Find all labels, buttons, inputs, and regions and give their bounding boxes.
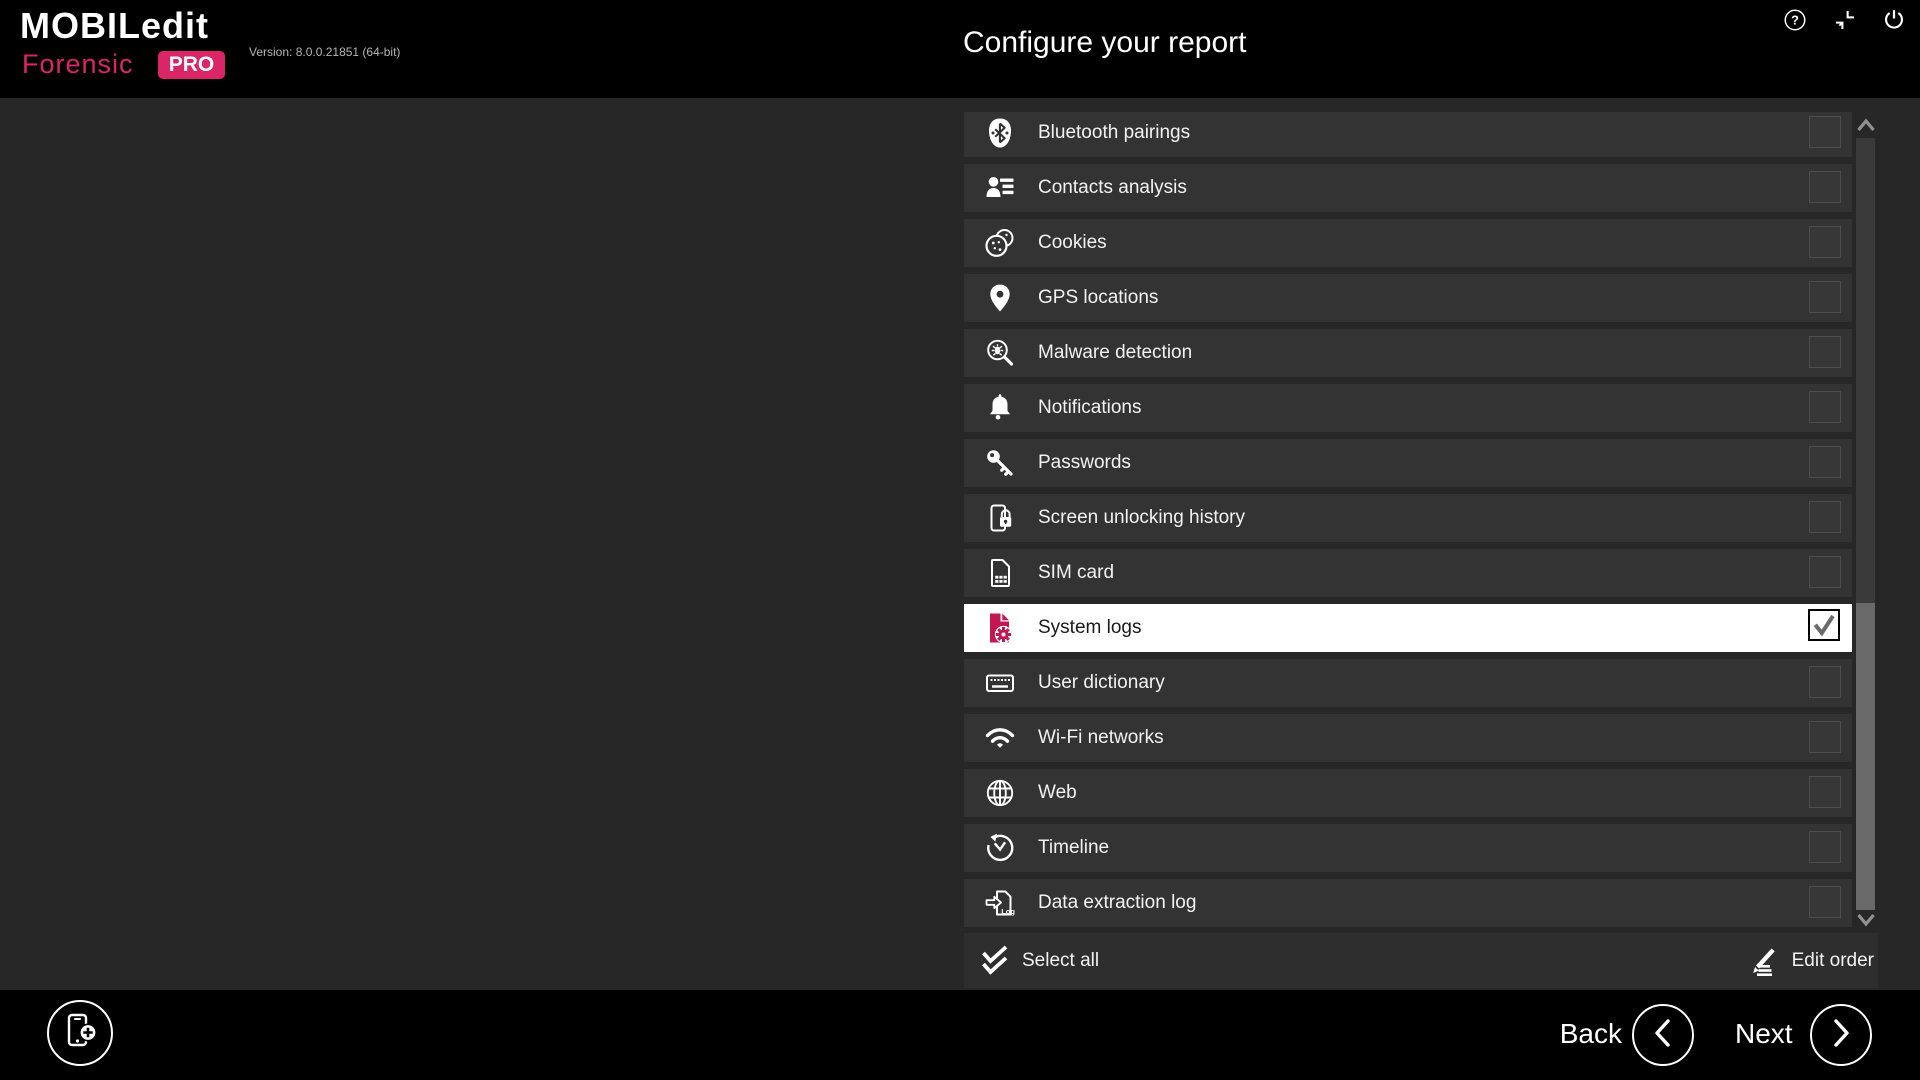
timeline-icon <box>984 832 1016 864</box>
report-item-checkbox[interactable] <box>1809 226 1841 258</box>
report-item-row[interactable]: SIM card <box>964 549 1852 597</box>
header-bar: MOBILedit Forensic PRO Version: 8.0.0.21… <box>0 0 1920 98</box>
select-all-button[interactable]: Select all <box>981 933 1099 988</box>
report-item-row[interactable]: Passwords <box>964 439 1852 487</box>
next-button[interactable] <box>1810 1004 1872 1066</box>
select-all-label: Select all <box>1022 949 1100 971</box>
report-item-label: User dictionary <box>1038 672 1165 693</box>
report-item-label: Passwords <box>1038 452 1131 473</box>
wifi-icon <box>984 722 1016 754</box>
data-extraction-log-icon: Log <box>984 887 1016 919</box>
screen-unlocking-icon <box>984 502 1016 534</box>
report-item-label: Wi-Fi networks <box>1038 727 1164 748</box>
svg-text:?: ? <box>1791 13 1799 28</box>
page-title: Configure your report <box>963 26 1247 59</box>
report-item-list: Bluetooth pairings Contacts analysis Cooki… <box>964 112 1852 932</box>
report-item-row[interactable]: Timeline <box>964 824 1852 872</box>
report-item-row[interactable]: Screen unlocking history <box>964 494 1852 542</box>
report-item-row[interactable]: System logs <box>964 604 1852 652</box>
scroll-up-icon[interactable] <box>1856 117 1876 133</box>
report-item-label: System logs <box>1038 617 1142 638</box>
report-item-checkbox[interactable] <box>1809 776 1841 808</box>
power-icon[interactable] <box>1882 8 1906 32</box>
report-item-label: Timeline <box>1038 837 1110 858</box>
report-item-checkbox[interactable] <box>1809 446 1841 478</box>
passwords-icon <box>984 447 1016 479</box>
report-item-checkbox[interactable] <box>1809 721 1841 753</box>
app-logo: MOBILedit <box>20 5 209 46</box>
report-item-checkbox[interactable] <box>1809 886 1841 918</box>
report-item-label: Malware detection <box>1038 342 1193 363</box>
chevron-left-icon <box>1648 1016 1678 1055</box>
cookies-icon <box>984 227 1016 259</box>
gps-locations-icon <box>984 282 1016 314</box>
report-item-label: Screen unlocking history <box>1038 507 1245 528</box>
web-icon <box>984 777 1016 809</box>
chevron-right-icon <box>1826 1016 1856 1055</box>
report-item-row[interactable]: Malware detection <box>964 329 1852 377</box>
report-item-label: Contacts analysis <box>1038 177 1187 198</box>
malware-detection-icon <box>984 337 1016 369</box>
report-item-checkbox[interactable] <box>1809 556 1841 588</box>
report-item-row[interactable]: Web <box>964 769 1852 817</box>
select-all-icon <box>981 945 1009 977</box>
edit-order-label: Edit order <box>1791 949 1874 971</box>
report-item-label: GPS locations <box>1038 287 1159 308</box>
version-text: Version: 8.0.0.21851 (64-bit) <box>249 45 401 59</box>
report-item-row[interactable]: Cookies <box>964 219 1852 267</box>
report-item-label: Data extraction log <box>1038 892 1197 913</box>
report-item-row[interactable]: Bluetooth pairings <box>964 112 1852 157</box>
contacts-analysis-icon <box>984 172 1016 204</box>
report-item-label: Cookies <box>1038 232 1107 253</box>
report-item-row[interactable]: User dictionary <box>964 659 1852 707</box>
list-footer-bar: Select all Edit order <box>964 933 1878 988</box>
notifications-icon <box>984 392 1016 424</box>
edit-order-icon <box>1745 945 1779 977</box>
restore-window-icon[interactable] <box>1833 8 1857 32</box>
svg-text:Log: Log <box>1001 907 1015 916</box>
footer-bar: Back Next <box>0 990 1920 1080</box>
report-item-label: Notifications <box>1038 397 1142 418</box>
report-item-checkbox[interactable] <box>1809 831 1841 863</box>
report-item-checkbox[interactable] <box>1808 609 1840 641</box>
scroll-down-icon[interactable] <box>1856 912 1876 928</box>
report-item-row[interactable]: Wi-Fi networks <box>964 714 1852 762</box>
report-item-label: Web <box>1038 782 1077 803</box>
configure-report-screen: MOBILedit Forensic PRO Version: 8.0.0.21… <box>0 0 1920 1080</box>
help-icon[interactable]: ? <box>1783 8 1807 32</box>
report-item-checkbox[interactable] <box>1809 281 1841 313</box>
pro-badge: PRO <box>158 51 225 79</box>
app-logo-forensic: Forensic <box>22 49 134 79</box>
back-button[interactable] <box>1632 1004 1694 1066</box>
report-item-row[interactable]: Contacts analysis <box>964 164 1852 212</box>
sim-card-icon <box>984 557 1016 589</box>
report-item-row[interactable]: Notifications <box>964 384 1852 432</box>
report-item-checkbox[interactable] <box>1809 171 1841 203</box>
scrollbar-track[interactable] <box>1856 138 1875 910</box>
edit-order-button[interactable]: Edit order <box>1745 933 1874 988</box>
report-item-checkbox[interactable] <box>1809 116 1841 148</box>
system-logs-icon <box>984 612 1016 644</box>
report-item-checkbox[interactable] <box>1809 501 1841 533</box>
user-dictionary-icon <box>984 667 1016 699</box>
report-item-checkbox[interactable] <box>1809 666 1841 698</box>
bluetooth-icon <box>984 117 1016 149</box>
report-item-row[interactable]: Log Data extraction log <box>964 879 1852 927</box>
add-phone-button[interactable] <box>47 1000 113 1066</box>
report-item-label: Bluetooth pairings <box>1038 122 1191 143</box>
add-phone-icon <box>60 1011 100 1056</box>
report-item-checkbox[interactable] <box>1809 336 1841 368</box>
report-item-label: SIM card <box>1038 562 1115 583</box>
report-item-row[interactable]: GPS locations <box>964 274 1852 322</box>
back-button-label[interactable]: Back <box>1560 1015 1622 1053</box>
next-button-label[interactable]: Next <box>1735 1015 1793 1053</box>
report-item-checkbox[interactable] <box>1809 391 1841 423</box>
scrollbar-thumb[interactable] <box>1856 603 1875 910</box>
